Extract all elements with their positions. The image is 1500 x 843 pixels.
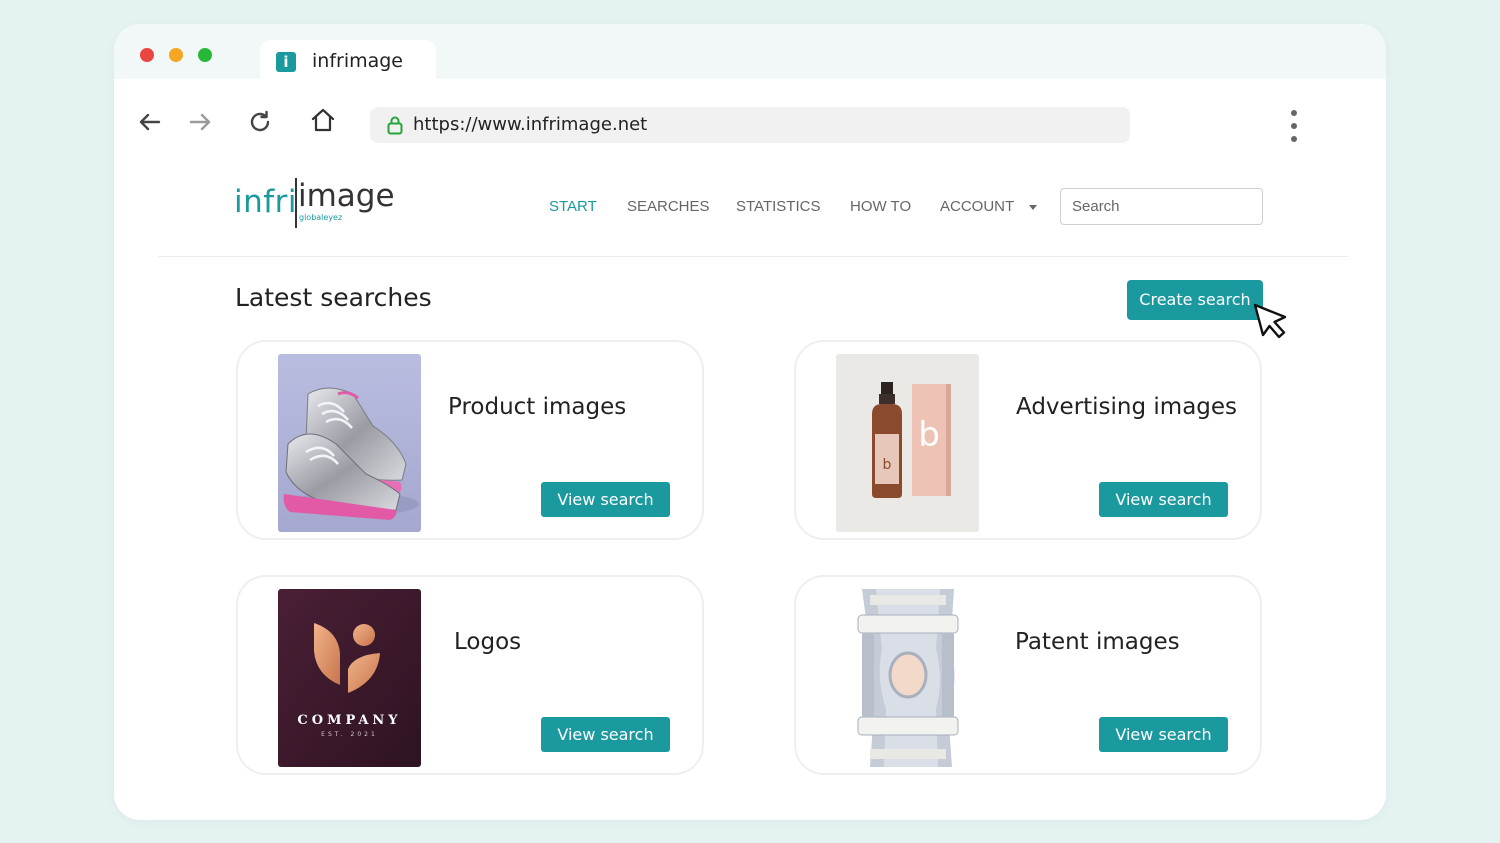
url-text: https://www.infrimage.net <box>413 114 648 135</box>
home-icon[interactable] <box>309 106 337 134</box>
sneakers-image <box>278 354 421 532</box>
logo-divider <box>295 178 297 228</box>
svg-text:b: b <box>918 415 940 455</box>
address-bar[interactable]: https://www.infrimage.net <box>370 107 1130 143</box>
logo-text-image: image <box>298 178 395 214</box>
view-search-button[interactable]: View search <box>541 717 670 752</box>
company-logo-image: COMPANY EST. 2021 <box>278 589 421 767</box>
cosmetic-bottle-image: b b <box>836 354 979 532</box>
knee-brace-image <box>836 589 979 767</box>
browser-tab[interactable]: i infrimage <box>260 40 436 80</box>
view-search-button[interactable]: View search <box>1099 717 1228 752</box>
svg-text:COMPANY: COMPANY <box>297 713 401 728</box>
forward-arrow-icon[interactable] <box>186 108 214 136</box>
lock-icon <box>386 115 404 135</box>
view-search-button[interactable]: View search <box>541 482 670 517</box>
back-arrow-icon[interactable] <box>136 108 164 136</box>
minimize-window-button[interactable] <box>169 48 183 62</box>
close-window-button[interactable] <box>140 48 154 62</box>
browser-window: i infrimage https://www.infrimage.net in… <box>114 24 1386 820</box>
card-title: Logos <box>454 629 522 655</box>
search-input[interactable] <box>1060 188 1263 225</box>
search-card-advertising: b b Advertising images View search <box>794 340 1262 540</box>
tab-strip: i infrimage <box>114 24 1386 80</box>
favicon-icon: i <box>276 52 296 72</box>
nav-start[interactable]: START <box>549 198 597 215</box>
nav-account[interactable]: ACCOUNT <box>940 198 1014 215</box>
site-logo[interactable]: infri image globaleyez <box>234 176 395 232</box>
svg-text:EST. 2021: EST. 2021 <box>321 731 378 738</box>
maximize-window-button[interactable] <box>198 48 212 62</box>
chevron-down-icon[interactable] <box>1029 205 1037 210</box>
tab-title: infrimage <box>312 50 404 72</box>
create-search-button[interactable]: Create search <box>1127 280 1263 320</box>
nav-statistics[interactable]: STATISTICS <box>736 198 820 215</box>
header-divider <box>158 256 1348 257</box>
svg-text:b: b <box>883 457 892 473</box>
mouse-cursor-icon <box>1252 302 1290 342</box>
card-title: Advertising images <box>1016 394 1238 420</box>
search-card-patent: Patent images View search <box>794 575 1262 775</box>
nav-searches[interactable]: SEARCHES <box>627 198 710 215</box>
nav-account-label: ACCOUNT <box>940 198 1015 215</box>
reload-icon[interactable] <box>246 108 274 136</box>
nav-how-to[interactable]: HOW TO <box>850 198 911 215</box>
card-title: Product images <box>448 394 627 420</box>
logo-text-infri: infri <box>234 184 298 220</box>
card-title: Patent images <box>1015 629 1180 655</box>
browser-menu-icon[interactable] <box>1284 108 1304 146</box>
logo-subtext: globaleyez <box>299 213 343 222</box>
page-title: Latest searches <box>235 283 432 312</box>
view-search-button[interactable]: View search <box>1099 482 1228 517</box>
search-card-product: Product images View search <box>236 340 704 540</box>
search-card-logos: COMPANY EST. 2021 Logos View search <box>236 575 704 775</box>
